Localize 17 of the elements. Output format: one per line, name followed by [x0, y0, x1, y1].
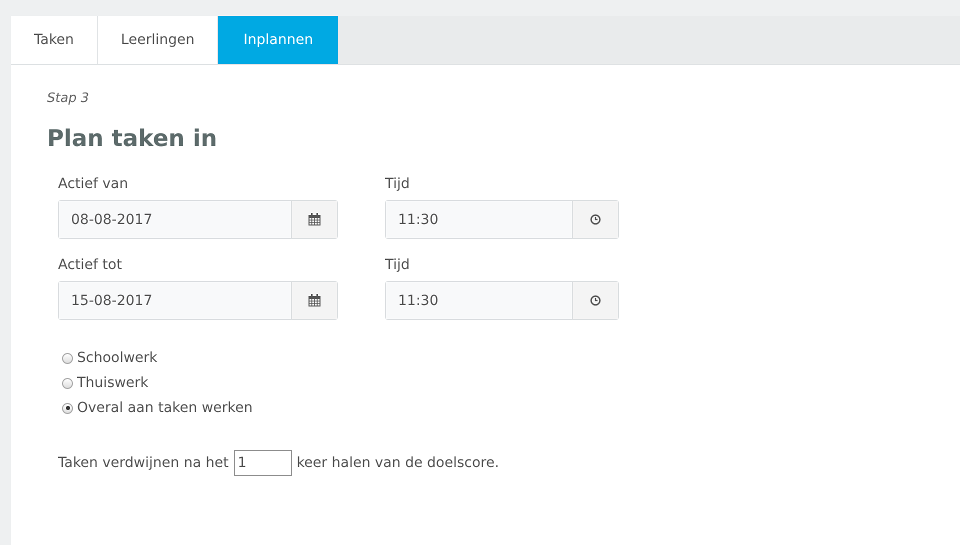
page-heading: Plan taken in	[47, 126, 218, 152]
radio-option[interactable]: Schoolwerk	[62, 350, 158, 366]
sentence-text: Taken verdwijnen na het	[58, 455, 229, 471]
field-label: Actief van	[58, 176, 130, 192]
field-label: Actief tot	[58, 257, 123, 273]
radio-button[interactable]	[62, 378, 73, 388]
count-field[interactable]: 1	[234, 450, 292, 476]
sentence-text: keer halen van de doelscore.	[296, 455, 500, 471]
tab[interactable]: Leerlingen	[98, 16, 218, 64]
radio-button[interactable]	[62, 352, 73, 364]
radio-option[interactable]: Thuiswerk	[62, 375, 148, 391]
radio-option[interactable]: Overal aan taken werken	[62, 400, 253, 416]
radio-button[interactable]	[62, 402, 73, 414]
field-label: Tijd	[385, 176, 411, 192]
step-label: Stap 3	[47, 91, 90, 106]
field-label: Tijd	[385, 257, 411, 273]
tab[interactable]: Taken	[11, 16, 98, 64]
